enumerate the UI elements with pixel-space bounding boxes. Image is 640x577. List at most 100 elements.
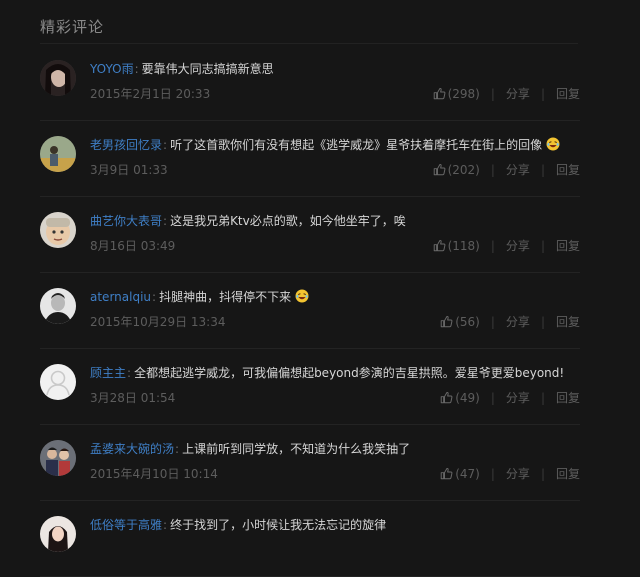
comment-username[interactable]: 孟婆来大碗的汤 xyxy=(90,442,174,456)
avatar[interactable] xyxy=(40,212,76,248)
share-button[interactable]: 分享 xyxy=(506,237,530,254)
comment-username[interactable]: 曲艺你大表哥 xyxy=(90,214,162,228)
comment-line: 孟婆来大碗的汤: 上课前听到同学放，不知道为什么我笑抽了 xyxy=(90,440,580,458)
reply-button[interactable]: 回复 xyxy=(556,85,580,102)
comment-text: 这是我兄弟Ktv必点的歌，如今他坐牢了，唉 xyxy=(170,214,406,228)
comment-actions: (118) | 分享 | 回复 xyxy=(433,237,580,254)
action-divider: | xyxy=(490,466,495,481)
thumbs-up-icon xyxy=(440,391,453,404)
avatar[interactable] xyxy=(40,288,76,324)
avatar[interactable] xyxy=(40,364,76,400)
action-divider: | xyxy=(540,162,545,177)
colon-separator: : xyxy=(163,214,168,228)
comment-date: 3月28日 01:54 xyxy=(90,391,176,405)
like-button[interactable]: (56) xyxy=(440,315,480,329)
comment-username[interactable]: YOYO雨 xyxy=(90,62,134,76)
comment-username[interactable]: 低俗等于高雅 xyxy=(90,518,162,532)
action-divider: | xyxy=(540,86,545,101)
thumbs-up-icon xyxy=(433,87,446,100)
like-button[interactable]: (47) xyxy=(440,467,480,481)
comment-date: 2015年4月10日 10:14 xyxy=(90,467,218,481)
action-divider: | xyxy=(540,238,545,253)
comment-username[interactable]: aternalqiu xyxy=(90,290,151,304)
share-button[interactable]: 分享 xyxy=(506,161,530,178)
avatar[interactable] xyxy=(40,60,76,96)
share-button[interactable]: 分享 xyxy=(506,85,530,102)
colon-separator: : xyxy=(134,62,139,76)
avatar[interactable] xyxy=(40,516,76,552)
comment-text: 听了这首歌你们有没有想起《逃学威龙》星爷扶着摩托车在街上的回像 xyxy=(170,138,543,152)
thumbs-up-icon xyxy=(440,467,453,480)
comment-date: 3月9日 01:33 xyxy=(90,163,168,177)
like-count: (49) xyxy=(455,390,480,405)
action-divider: | xyxy=(490,314,495,329)
action-divider: | xyxy=(490,162,495,177)
like-button[interactable]: (118) xyxy=(433,239,480,253)
comment-text: 抖腿神曲，抖得停不下来 xyxy=(159,290,292,304)
comment-actions: (202) | 分享 | 回复 xyxy=(433,161,580,178)
comment-line: aternalqiu: 抖腿神曲，抖得停不下来 xyxy=(90,288,580,306)
thumbs-up-icon xyxy=(440,315,453,328)
action-divider: | xyxy=(490,86,495,101)
comment-text: 全都想起逃学威龙，可我偏偏想起beyond参演的吉星拱照。爱星爷更爱beyond… xyxy=(134,366,565,380)
like-button[interactable]: (298) xyxy=(433,87,480,101)
reply-button[interactable]: 回复 xyxy=(556,237,580,254)
share-button[interactable]: 分享 xyxy=(506,465,530,482)
like-button[interactable]: (49) xyxy=(440,391,480,405)
comment-text: 要靠伟大同志搞搞新意思 xyxy=(141,62,274,76)
like-count: (202) xyxy=(447,162,480,177)
comment-line: 低俗等于高雅: 终于找到了，小时候让我无法忘记的旋律 xyxy=(90,516,580,534)
action-divider: | xyxy=(540,390,545,405)
thumbs-up-icon xyxy=(433,239,446,252)
laughing-emoji-icon xyxy=(295,289,309,303)
comment-item: 低俗等于高雅: 终于找到了，小时候让我无法忘记的旋律 xyxy=(40,500,580,577)
comment-line: 顾主主: 全都想起逃学威龙，可我偏偏想起beyond参演的吉星拱照。爱星爷更爱be… xyxy=(90,364,580,382)
comment-text: 上课前听到同学放，不知道为什么我笑抽了 xyxy=(182,442,411,456)
comment-actions: (298) | 分享 | 回复 xyxy=(433,85,580,102)
comment-item: aternalqiu: 抖腿神曲，抖得停不下来 2015年10月29日 13:34 (… xyxy=(40,272,580,349)
action-divider: | xyxy=(540,314,545,329)
colon-separator: : xyxy=(127,366,132,380)
colon-separator: : xyxy=(152,290,157,304)
avatar[interactable] xyxy=(40,136,76,172)
reply-button[interactable]: 回复 xyxy=(556,313,580,330)
comment-item: 老男孩回忆录: 听了这首歌你们有没有想起《逃学威龙》星爷扶着摩托车在街上的回像 3月… xyxy=(40,120,580,197)
avatar[interactable] xyxy=(40,440,76,476)
comment-date: 8月16日 03:49 xyxy=(90,239,176,253)
comment-actions: (49) | 分享 | 回复 xyxy=(440,389,580,406)
reply-button[interactable]: 回复 xyxy=(556,161,580,178)
colon-separator: : xyxy=(163,518,168,532)
comment-item: 顾主主: 全都想起逃学威龙，可我偏偏想起beyond参演的吉星拱照。爱星爷更爱be… xyxy=(40,348,580,425)
reply-button[interactable]: 回复 xyxy=(556,389,580,406)
action-divider: | xyxy=(540,466,545,481)
reply-button[interactable]: 回复 xyxy=(556,465,580,482)
colon-separator: : xyxy=(163,138,168,152)
comment-item: YOYO雨: 要靠伟大同志搞搞新意思 2015年2月1日 20:33 (298) | 分享… xyxy=(40,44,580,121)
comment-username[interactable]: 顾主主 xyxy=(90,366,126,380)
comment-actions: (56) | 分享 | 回复 xyxy=(440,313,580,330)
section-title: 精彩评论 xyxy=(40,18,105,36)
comment-username[interactable]: 老男孩回忆录 xyxy=(90,138,162,152)
like-count: (118) xyxy=(447,238,480,253)
colon-separator: : xyxy=(175,442,180,456)
action-divider: | xyxy=(490,390,495,405)
share-button[interactable]: 分享 xyxy=(506,313,530,330)
comment-line: 老男孩回忆录: 听了这首歌你们有没有想起《逃学威龙》星爷扶着摩托车在街上的回像 xyxy=(90,136,580,154)
share-button[interactable]: 分享 xyxy=(506,389,530,406)
comment-item: 孟婆来大碗的汤: 上课前听到同学放，不知道为什么我笑抽了 2015年4月10日 10… xyxy=(40,424,580,501)
comment-line: 曲艺你大表哥: 这是我兄弟Ktv必点的歌，如今他坐牢了，唉 xyxy=(90,212,580,230)
comment-line: YOYO雨: 要靠伟大同志搞搞新意思 xyxy=(90,60,580,78)
action-divider: | xyxy=(490,238,495,253)
comment-text: 终于找到了，小时候让我无法忘记的旋律 xyxy=(170,518,387,532)
comment-actions: (47) | 分享 | 回复 xyxy=(440,465,580,482)
hot-comments-panel: 精彩评论 YOYO雨: 要靠伟大同志搞搞新意思 2015年2月1日 20:33 (29… xyxy=(0,0,640,577)
thumbs-up-icon xyxy=(433,163,446,176)
like-button[interactable]: (202) xyxy=(433,163,480,177)
laughing-emoji-icon xyxy=(546,137,560,151)
like-count: (56) xyxy=(455,314,480,329)
like-count: (298) xyxy=(447,86,480,101)
comment-item: 曲艺你大表哥: 这是我兄弟Ktv必点的歌，如今他坐牢了，唉 8月16日 03:49 (… xyxy=(40,196,580,273)
like-count: (47) xyxy=(455,466,480,481)
comment-date: 2015年10月29日 13:34 xyxy=(90,315,226,329)
comment-date: 2015年2月1日 20:33 xyxy=(90,87,211,101)
